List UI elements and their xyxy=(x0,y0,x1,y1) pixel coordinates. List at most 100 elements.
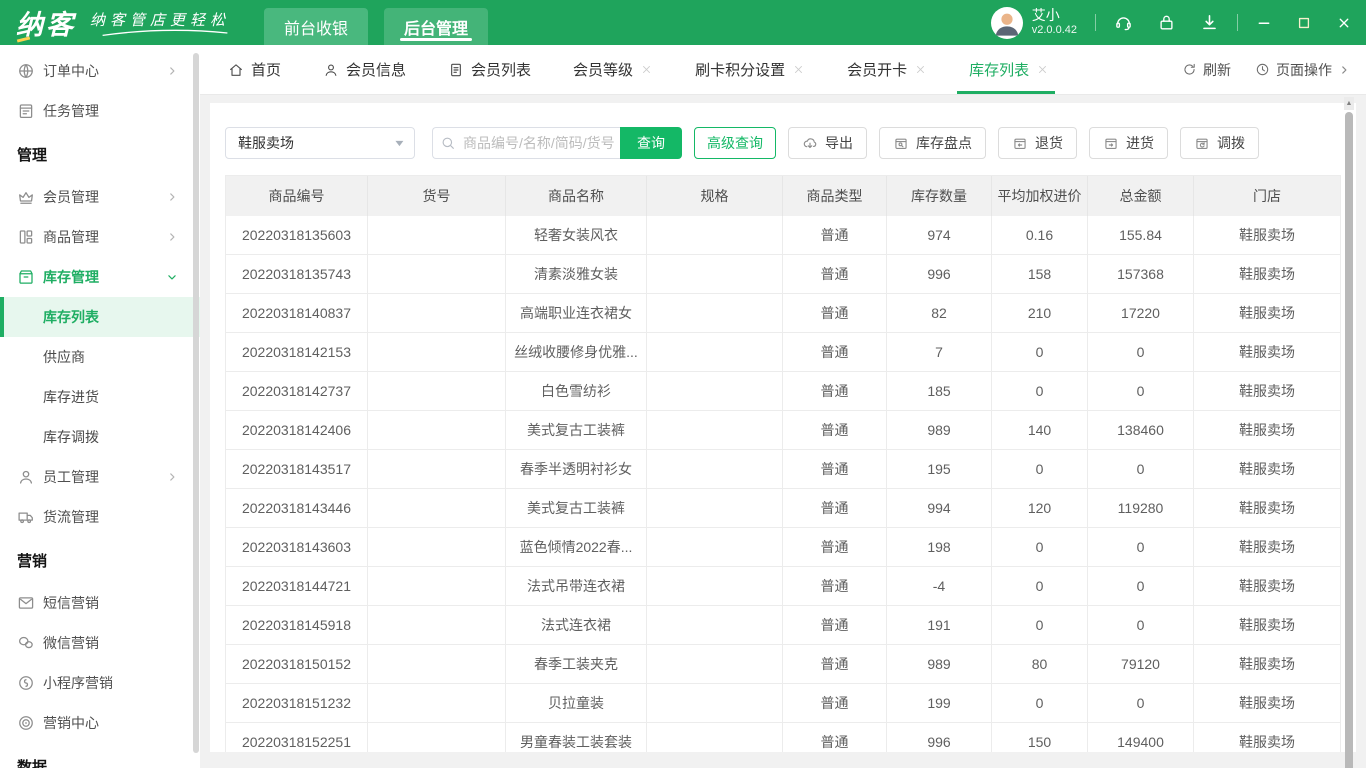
toolbar-button-2[interactable]: 退货 xyxy=(998,127,1077,159)
toolbar-button-0[interactable]: 导出 xyxy=(788,127,867,159)
sidebar-item-13[interactable]: 短信营销 xyxy=(0,583,200,623)
sidebar-subitem-8[interactable]: 库存进货 xyxy=(0,377,200,417)
tab-5[interactable]: 会员开卡 xyxy=(847,45,927,94)
tab-4[interactable]: 刷卡积分设置 xyxy=(695,45,805,94)
close-small-icon[interactable] xyxy=(1036,63,1049,76)
table-row-9[interactable]: 20220318144721法式吊带连衣裙普通-400鞋服卖场 xyxy=(226,567,1340,606)
tab-0[interactable]: 首页 xyxy=(228,45,281,94)
minimize-icon[interactable] xyxy=(1256,15,1272,31)
table-cell: 0 xyxy=(992,528,1088,566)
app-version: v2.0.0.42 xyxy=(1032,24,1077,38)
table-cell xyxy=(647,411,783,449)
table-row-11[interactable]: 20220318150152春季工装夹克普通9898079120鞋服卖场 xyxy=(226,645,1340,684)
close-small-icon[interactable] xyxy=(640,63,653,76)
column-header-2: 商品名称 xyxy=(506,176,647,216)
table-cell: 鞋服卖场 xyxy=(1194,372,1340,410)
mini-icon xyxy=(17,674,35,692)
table-row-5[interactable]: 20220318142406美式复古工装裤普通989140138460鞋服卖场 xyxy=(226,411,1340,450)
tab-1[interactable]: 会员信息 xyxy=(323,45,406,94)
user-menu[interactable]: 艾小 v2.0.0.42 xyxy=(991,7,1077,39)
table-cell: 鞋服卖场 xyxy=(1194,255,1340,293)
table-row-0[interactable]: 20220318135603轻奢女装风衣普通9740.16155.84鞋服卖场 xyxy=(226,216,1340,255)
toolbar-button-4[interactable]: 调拨 xyxy=(1180,127,1259,159)
table-row-4[interactable]: 20220318142737白色雪纺衫普通18500鞋服卖场 xyxy=(226,372,1340,411)
table-cell: 普通 xyxy=(783,372,887,410)
tabbar: 首页会员信息 会员列表 会员等级刷卡积分设置 会员开卡 库存列表 刷新 页面操作 xyxy=(200,45,1366,95)
table-cell: 20220318142737 xyxy=(226,372,368,410)
column-header-label: 货号 xyxy=(423,186,451,206)
sidebar-item-14[interactable]: 微信营销 xyxy=(0,623,200,663)
sidebar-scrollbar-thumb[interactable] xyxy=(193,53,199,753)
table-cell: 普通 xyxy=(783,216,887,254)
table-cell: 20220318145918 xyxy=(226,606,368,644)
sidebar-item-5[interactable]: 库存管理 xyxy=(0,257,200,297)
table-cell: 普通 xyxy=(783,411,887,449)
toolbar-button-1[interactable]: 库存盘点 xyxy=(879,127,986,159)
tabbar-action-label: 刷新 xyxy=(1203,60,1231,80)
sidebar-item-label: 小程序营销 xyxy=(43,673,113,693)
sidebar-item-0[interactable]: 订单中心 xyxy=(0,51,200,91)
search-input[interactable] xyxy=(432,127,620,159)
sidebar-item-16[interactable]: 营销中心 xyxy=(0,703,200,743)
topnav-button-backoffice[interactable]: 后台管理 xyxy=(384,8,488,45)
table-row-7[interactable]: 20220318143446美式复古工装裤普通994120119280鞋服卖场 xyxy=(226,489,1340,528)
table-cell xyxy=(368,333,506,371)
support-icon[interactable] xyxy=(1114,13,1133,32)
sidebar-subitem-7[interactable]: 供应商 xyxy=(0,337,200,377)
avatar xyxy=(991,7,1023,39)
table-cell: 0 xyxy=(1088,333,1194,371)
close-small-icon[interactable] xyxy=(914,63,927,76)
sidebar-section-label: 管理 xyxy=(17,144,47,165)
tab-label: 会员开卡 xyxy=(847,59,907,80)
sidebar-item-11[interactable]: 货流管理 xyxy=(0,497,200,537)
column-header-3: 规格 xyxy=(647,176,783,216)
tab-6[interactable]: 库存列表 xyxy=(969,45,1049,94)
tabbar-action-1[interactable]: 页面操作 xyxy=(1255,60,1350,80)
sidebar-item-15[interactable]: 小程序营销 xyxy=(0,663,200,703)
table-row-13[interactable]: 20220318152251男童春装工装套装普通996150149400鞋服卖场 xyxy=(226,723,1340,752)
table-row-12[interactable]: 20220318151232贝拉童装普通19900鞋服卖场 xyxy=(226,684,1340,723)
sidebar-item-3[interactable]: 会员管理 xyxy=(0,177,200,217)
tabbar-action-0[interactable]: 刷新 xyxy=(1182,60,1231,80)
sidebar-item-10[interactable]: 员工管理 xyxy=(0,457,200,497)
sidebar-item-label: 任务管理 xyxy=(43,101,99,121)
close-icon[interactable] xyxy=(1336,15,1352,31)
table-row-6[interactable]: 20220318143517春季半透明衬衫女普通19500鞋服卖场 xyxy=(226,450,1340,489)
table-cell: 美式复古工装裤 xyxy=(506,411,647,449)
tab-label: 会员列表 xyxy=(471,59,531,80)
scroll-up-button[interactable]: ▲ xyxy=(1344,97,1354,110)
sidebar-subitem-9[interactable]: 库存调拨 xyxy=(0,417,200,457)
table-cell xyxy=(647,450,783,488)
topnav-button-cashier[interactable]: 前台收银 xyxy=(264,8,368,45)
sidebar-item-4[interactable]: 商品管理 xyxy=(0,217,200,257)
toolbar-button-3[interactable]: 进货 xyxy=(1089,127,1168,159)
advanced-query-button[interactable]: 高级查询 xyxy=(694,127,776,159)
chevron-right-icon xyxy=(166,191,178,203)
sidebar-subitem-6[interactable]: 库存列表 xyxy=(0,297,200,337)
table-cell xyxy=(368,294,506,332)
download-icon[interactable] xyxy=(1200,13,1219,32)
sidebar-item-1[interactable]: 任务管理 xyxy=(0,91,200,131)
caret-down-icon: ▼ xyxy=(393,138,406,148)
tab-3[interactable]: 会员等级 xyxy=(573,45,653,94)
table-row-10[interactable]: 20220318145918法式连衣裙普通19100鞋服卖场 xyxy=(226,606,1340,645)
scrollbar-thumb[interactable] xyxy=(1345,112,1353,768)
toolbar-button-label: 导出 xyxy=(825,133,853,153)
app-window: { "brand": { "logo": "纳客", "tagline": "纳… xyxy=(0,0,1366,768)
table-cell xyxy=(368,450,506,488)
chevron-down-icon xyxy=(166,271,178,283)
table-row-3[interactable]: 20220318142153丝绒收腰修身优雅...普通700鞋服卖场 xyxy=(226,333,1340,372)
content-area: 首页会员信息 会员列表 会员等级刷卡积分设置 会员开卡 库存列表 刷新 页面操作 鞋服卖场… xyxy=(200,45,1366,768)
close-small-icon[interactable] xyxy=(792,63,805,76)
query-button[interactable]: 查询 xyxy=(620,127,682,159)
sidebar-item-label: 货流管理 xyxy=(43,507,99,527)
tab-2[interactable]: 会员列表 xyxy=(448,45,531,94)
table-row-1[interactable]: 20220318135743清素淡雅女装普通996158157368鞋服卖场 xyxy=(226,255,1340,294)
table-cell: 974 xyxy=(887,216,992,254)
maximize-icon[interactable] xyxy=(1296,15,1312,31)
table-row-2[interactable]: 20220318140837高端职业连衣裙女普通8221017220鞋服卖场 xyxy=(226,294,1340,333)
sidebar-item-label: 营销中心 xyxy=(43,713,99,733)
lock-icon[interactable] xyxy=(1157,13,1176,32)
store-select[interactable]: 鞋服卖场 ▼ xyxy=(225,127,415,159)
table-row-8[interactable]: 20220318143603蓝色倾情2022春...普通19800鞋服卖场 xyxy=(226,528,1340,567)
